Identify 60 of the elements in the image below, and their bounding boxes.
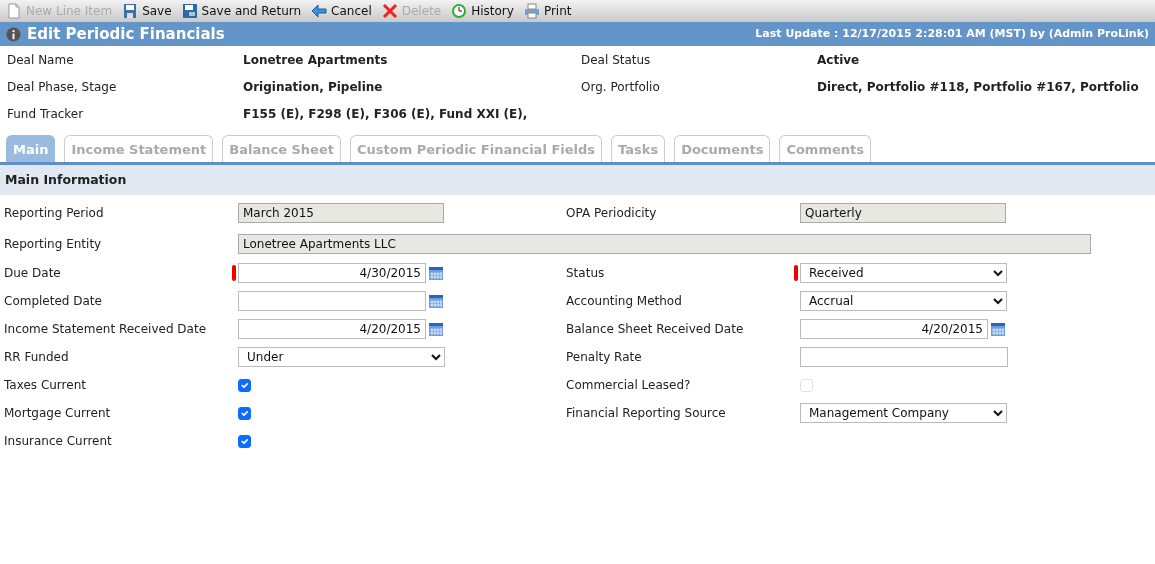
field-label: Deal Name xyxy=(7,52,75,69)
clock-icon xyxy=(451,3,468,19)
printer-icon xyxy=(523,3,540,19)
date-field[interactable]: 4/20/2015 xyxy=(238,319,426,340)
toolbar-button[interactable]: Cancel xyxy=(311,2,372,20)
calendar-icon[interactable] xyxy=(428,265,444,282)
field-label: Insurance Current xyxy=(4,433,113,451)
field-label: Fund Tracker xyxy=(7,106,85,123)
field-value: Lonetree Apartments xyxy=(243,52,389,69)
section-header: Main Information xyxy=(0,164,1155,196)
field-label: RR Funded xyxy=(4,349,70,367)
calendar-icon[interactable] xyxy=(428,293,444,310)
calendar-icon[interactable] xyxy=(990,321,1006,338)
checkbox[interactable] xyxy=(238,434,251,448)
date-field[interactable] xyxy=(238,291,426,312)
field-label: Mortgage Current xyxy=(4,405,112,423)
field-label: Reporting Entity xyxy=(4,235,103,253)
page-icon xyxy=(6,3,22,19)
date-field[interactable]: 4/20/2015 xyxy=(800,319,988,340)
field-label: OPA Periodicity xyxy=(566,204,658,222)
delete-icon xyxy=(381,3,398,19)
field-label: Commercial Leased? xyxy=(566,377,692,395)
field-label: Financial Reporting Source xyxy=(566,405,727,423)
dropdown[interactable]: Management Company xyxy=(800,403,1007,424)
toolbar-button[interactable]: Save xyxy=(122,2,172,20)
field-value: Active xyxy=(817,52,861,69)
field-label: Status xyxy=(566,265,606,283)
page-title: Edit Periodic Financials xyxy=(27,23,225,45)
field-label: Due Date xyxy=(4,265,62,283)
field-value: Direct, Portfolio #118, Portfolio #167, Portfolio xyxy=(817,79,1140,96)
field-label: Reporting Period xyxy=(4,204,105,222)
checkbox[interactable] xyxy=(238,378,251,392)
toolbar-button[interactable]: Save and Return xyxy=(181,2,302,20)
toolbar-button[interactable]: Print xyxy=(523,2,572,20)
field-label: Taxes Current xyxy=(4,377,87,395)
field-label: Org. Portfolio xyxy=(581,79,661,96)
field-value: F155 (E), F298 (E), F306 (E), Fund XXI (E), xyxy=(243,106,529,123)
dropdown[interactable]: Under xyxy=(238,347,445,368)
dropdown[interactable]: Received xyxy=(800,263,1007,284)
info-icon xyxy=(6,26,21,42)
field-label: Balance Sheet Received Date xyxy=(566,321,745,339)
readonly-field[interactable]: Quarterly xyxy=(800,202,1006,223)
date-field[interactable]: 4/30/2015 xyxy=(238,263,426,284)
field-label: Deal Phase, Stage xyxy=(7,79,118,96)
toolbar-button[interactable]: History xyxy=(451,2,514,20)
save-return-icon xyxy=(181,3,198,19)
field-label: Penalty Rate xyxy=(566,349,643,367)
dropdown[interactable]: Accrual xyxy=(800,291,1007,312)
field-label: Deal Status xyxy=(581,52,652,69)
readonly-field[interactable]: Lonetree Apartments LLC xyxy=(238,233,1091,254)
calendar-icon[interactable] xyxy=(428,321,444,338)
field-label: Income Statement Received Date xyxy=(4,321,208,339)
left-arrow-icon xyxy=(311,3,328,19)
checkbox[interactable] xyxy=(238,406,251,420)
field-label: Accounting Method xyxy=(566,293,683,311)
readonly-field[interactable]: March 2015 xyxy=(238,202,444,223)
field-label: Completed Date xyxy=(4,293,103,311)
text-field[interactable] xyxy=(800,347,1008,368)
field-value: Origination, Pipeline xyxy=(243,79,384,96)
last-update-text: Last Update : 12/17/2015 2:28:01 AM (MST) by (Admin ProLink) xyxy=(755,25,1149,42)
